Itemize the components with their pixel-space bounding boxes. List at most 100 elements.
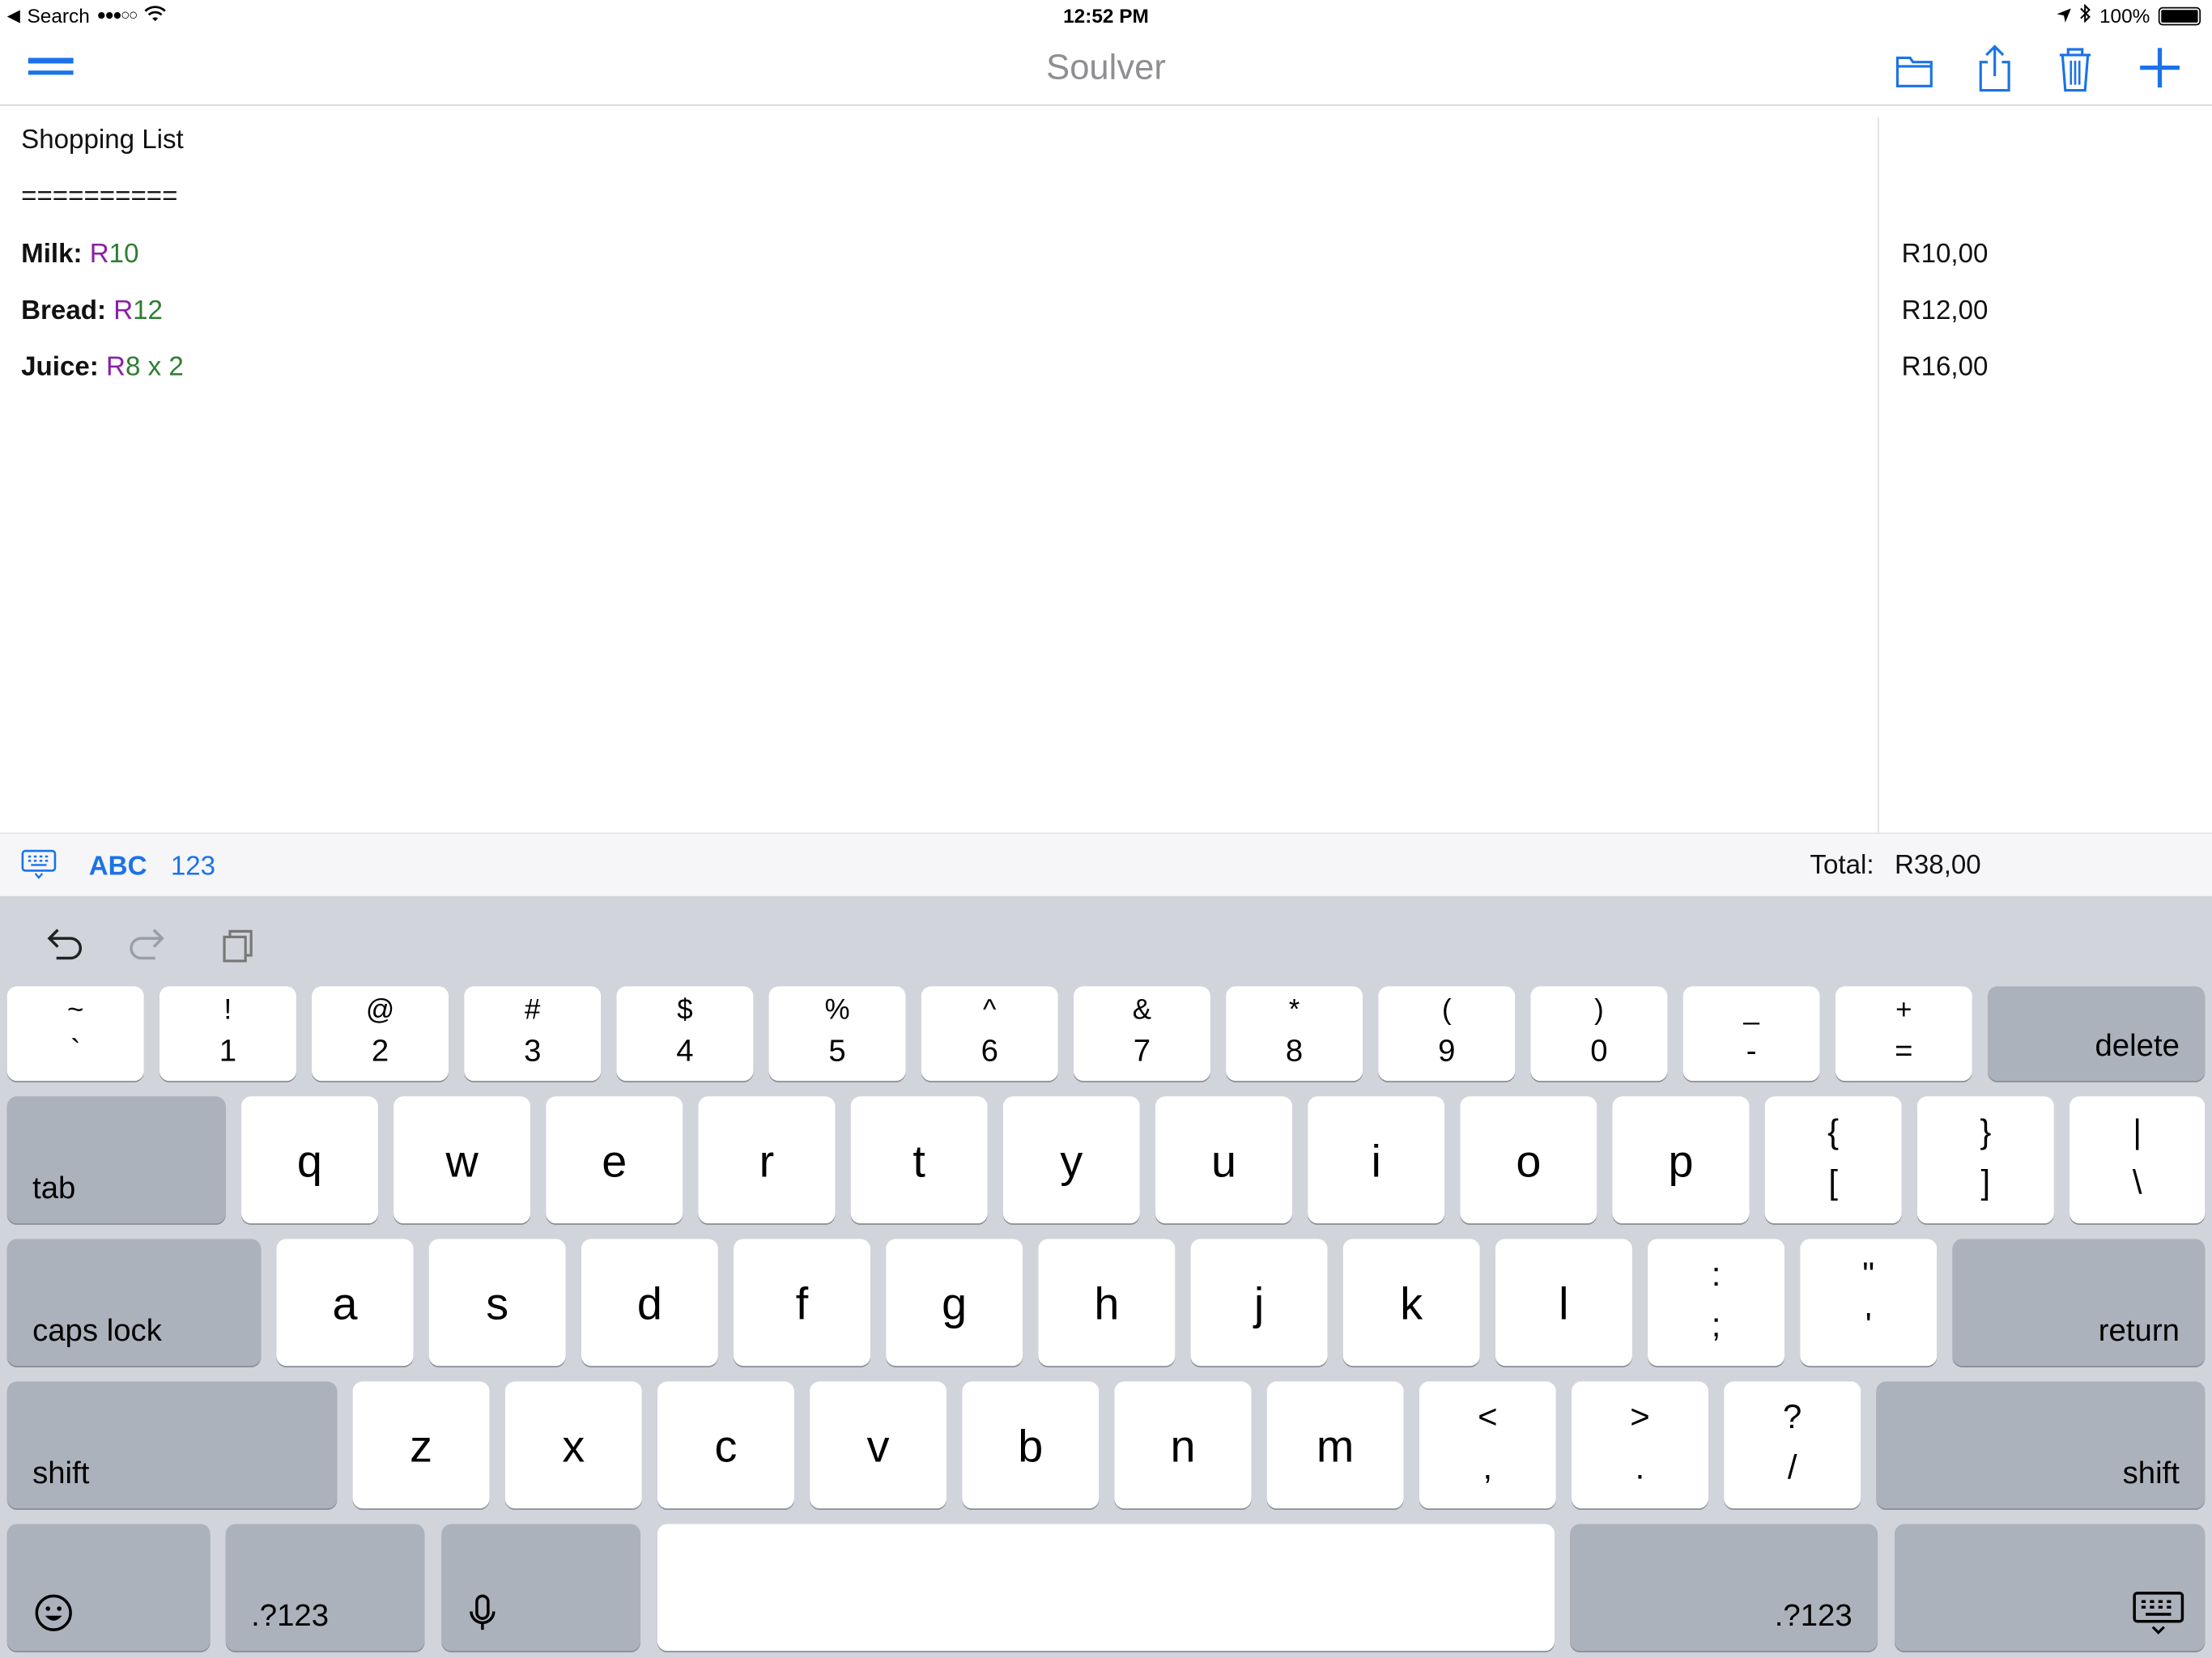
key-i[interactable]: i [1308,1096,1445,1224]
results-divider [1878,117,1879,833]
key-w[interactable]: w [393,1096,531,1224]
key-d[interactable]: d [581,1239,718,1367]
key-h[interactable]: h [1038,1239,1176,1367]
key-2[interactable]: @2 [312,986,449,1082]
key-minus[interactable]: _ - [1682,986,1820,1082]
space-bar[interactable] [657,1524,1555,1652]
return-key[interactable]: return [1952,1239,2206,1367]
bluetooth-icon [2080,3,2091,27]
app-title: Soulver [1046,48,1166,88]
key-t[interactable]: t [850,1096,988,1224]
tab-key[interactable]: tab [6,1096,226,1224]
key-p[interactable]: p [1612,1096,1750,1224]
paste-icon[interactable] [215,921,262,969]
key-k[interactable]: k [1342,1239,1480,1367]
left-shift-key[interactable]: shift [6,1381,338,1509]
key-5[interactable]: % 5 [768,986,906,1082]
dismiss-keyboard-key[interactable] [1894,1524,2206,1652]
key-left-bracket[interactable]: {[ [1764,1096,1902,1224]
key-u[interactable]: u [1155,1096,1292,1224]
plus-icon[interactable] [2132,42,2189,93]
emoji-icon [32,1592,74,1634]
line-amount: 12 [133,296,163,326]
key-right-bracket[interactable]: }] [1916,1096,2054,1224]
keyboard-icon[interactable] [21,848,57,879]
key-backtick[interactable]: ~ ` [6,986,144,1082]
doc-title-line[interactable]: Shopping List [21,125,184,156]
key-b[interactable]: b [962,1381,1100,1509]
separator-line[interactable]: ========== [21,182,177,213]
total-label: Total: [1810,851,1874,881]
symbols-key-left[interactable]: .?123 [225,1524,425,1652]
currency-symbol: R [113,296,134,326]
key-backslash[interactable]: | \ [2069,1096,2206,1224]
line-label: Milk: [21,240,83,270]
key-j[interactable]: j [1190,1239,1328,1367]
key-comma[interactable]: <, [1419,1381,1556,1509]
status-bar: ◀ Search ●●●○○ 12:52 PM 100% [0,0,2212,34]
key-v[interactable]: v [810,1381,947,1509]
key-s[interactable]: s [428,1239,566,1367]
key-c[interactable]: c [657,1381,794,1509]
line-bread[interactable]: Bread: R12 [21,296,163,327]
result-bread[interactable]: R12,00 [1902,296,1989,327]
key-7[interactable]: & 7 [1073,986,1210,1082]
key-a[interactable]: a [276,1239,414,1367]
delete-key[interactable]: delete [1987,986,2206,1082]
key-n[interactable]: n [1114,1381,1252,1509]
key-slash[interactable]: ? / [1724,1381,1861,1509]
key-m[interactable]: m [1266,1381,1404,1509]
key-8[interactable]: * 8 [1226,986,1363,1082]
share-icon[interactable] [1967,42,2023,93]
currency-symbol: R [89,240,109,270]
undo-icon[interactable] [40,921,87,969]
key-o[interactable]: o [1460,1096,1597,1224]
result-juice[interactable]: R16,00 [1902,353,1989,384]
document-editor[interactable]: Shopping List ========== Milk: R10 Bread… [0,106,2212,833]
caps-lock-key[interactable]: caps lock [6,1239,262,1367]
key-9[interactable]: (9 [1378,986,1516,1082]
key-r[interactable]: r [698,1096,836,1224]
key-g[interactable]: g [886,1239,1023,1367]
status-time: 12:52 PM [1063,4,1149,28]
key-0[interactable]: ) 0 [1530,986,1668,1082]
battery-percent: 100% [2099,4,2150,28]
folder-icon[interactable] [1887,42,1943,93]
abc-mode-button[interactable]: ABC [89,852,147,883]
emoji-key[interactable] [6,1524,211,1652]
key-z[interactable]: z [352,1381,490,1509]
key-6[interactable]: ^ 6 [921,986,1058,1082]
status-right: 100% [2057,3,2201,28]
key-period[interactable]: >. [1571,1381,1708,1509]
screen: ◀ Search ●●●○○ 12:52 PM 100% Soulver Sho… [0,0,2212,1658]
key-1[interactable]: ! 1 [159,986,296,1082]
number-mode-button[interactable]: 123 [171,852,215,883]
keyboard-accessory-bar: ABC 123 Total: R38,00 [0,832,2212,896]
result-milk[interactable]: R10,00 [1902,240,1989,270]
line-label: Juice: [21,352,99,383]
key-equals[interactable]: + = [1835,986,1972,1082]
keyboard-dismiss-icon [2132,1589,2185,1637]
key-l[interactable]: l [1495,1239,1632,1367]
key-f[interactable]: f [734,1239,871,1367]
line-amount: 10 [108,240,139,270]
line-juice[interactable]: Juice: R8 x 2 [21,353,184,384]
key-3[interactable]: #3 [464,986,602,1082]
key-4[interactable]: $4 [616,986,754,1082]
key-x[interactable]: x [504,1381,642,1509]
nav-bar: Soulver [0,34,2212,106]
key-quote[interactable]: " ' [1800,1239,1938,1367]
key-y[interactable]: y [1002,1096,1140,1224]
key-semicolon[interactable]: :; [1648,1239,1785,1367]
key-q[interactable]: q [240,1096,378,1224]
dictation-key[interactable] [441,1524,641,1652]
right-shift-key[interactable]: shift [1876,1381,2206,1509]
redo-icon[interactable] [124,921,172,969]
symbols-key-right[interactable]: .?123 [1570,1524,1878,1652]
trash-icon[interactable] [2047,42,2104,93]
microphone-icon [462,1592,504,1634]
total-value: R38,00 [1894,851,1981,881]
keyboard: ~ ` ! 1 @2 #3 $4 % 5 ^ 6 & 7 * 8 (9 ) 0 _ - + = d… [0,895,2212,1658]
line-milk[interactable]: Milk: R10 [21,240,138,270]
key-e[interactable]: e [546,1096,683,1224]
